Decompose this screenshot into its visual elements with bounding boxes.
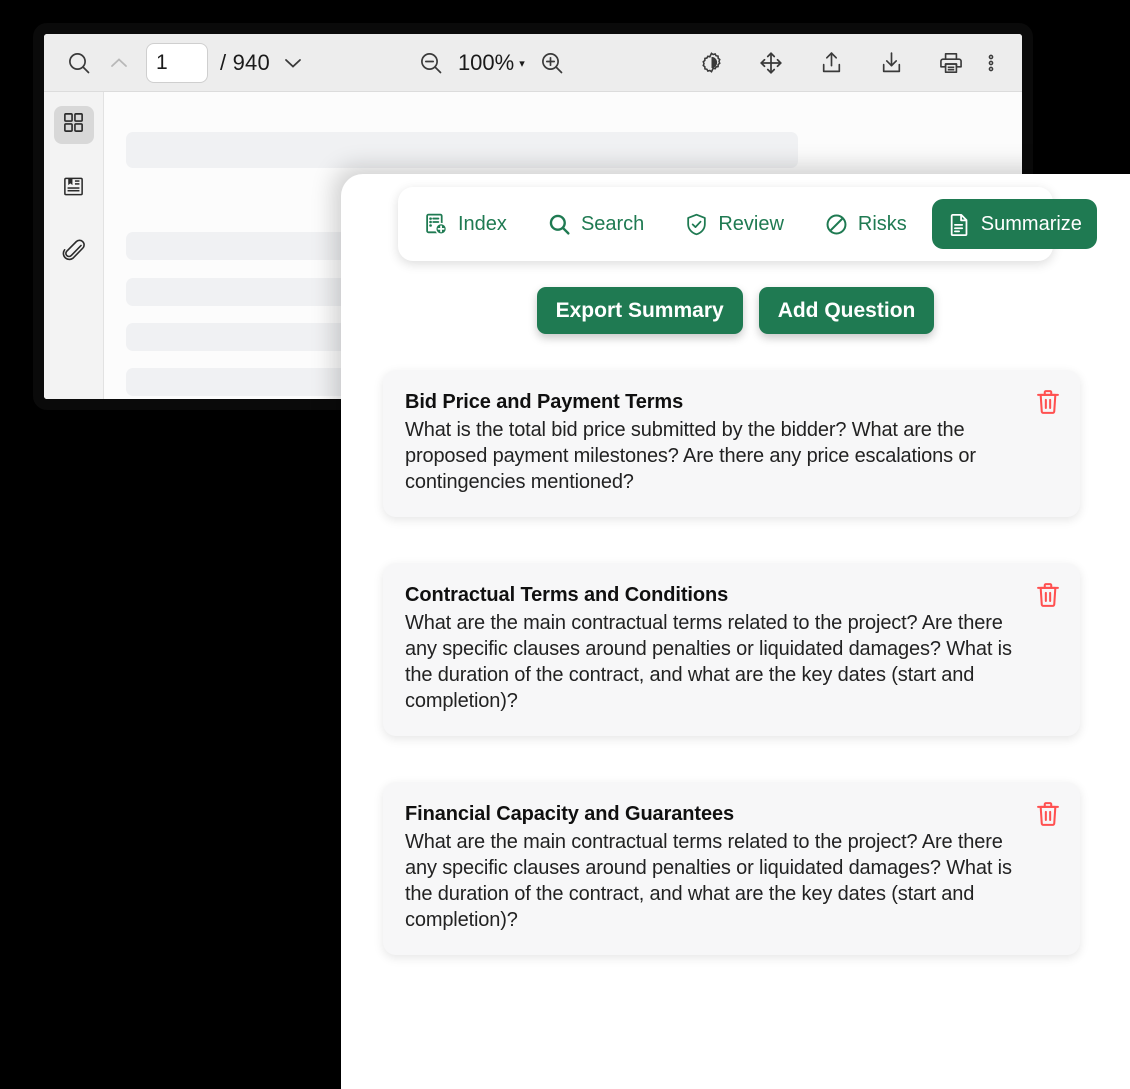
upload-icon[interactable]	[814, 46, 848, 80]
index-add-icon	[424, 212, 449, 237]
question-card-text: What is the total bid price submitted by…	[405, 419, 976, 493]
export-summary-button[interactable]: Export Summary	[536, 287, 743, 334]
print-icon[interactable]	[934, 46, 968, 80]
question-card[interactable]: Financial Capacity and Guarantees What a…	[383, 782, 1080, 955]
tab-search[interactable]: Search	[532, 199, 659, 249]
zoom-level-dropdown[interactable]: 100% ▾	[454, 50, 529, 76]
tab-review[interactable]: Review	[669, 199, 799, 249]
trash-icon[interactable]	[1035, 800, 1061, 828]
panel-action-row: Export Summary Add Question	[341, 287, 1130, 334]
tab-label: Risks	[857, 212, 907, 235]
zoom-out-icon[interactable]	[414, 46, 448, 80]
page-total-label: / 940	[220, 49, 270, 75]
chevron-up-icon[interactable]	[102, 46, 136, 80]
pdf-toolbar: / 940 100% ▾	[44, 34, 1022, 92]
question-card-text: What are the main contractual terms rela…	[405, 612, 1012, 712]
ban-icon	[824, 212, 849, 237]
sidebar-item-thumbnails[interactable]	[53, 106, 94, 144]
tab-label: Search	[580, 212, 645, 235]
screen-root: / 940 100% ▾	[0, 0, 1130, 1089]
thumbnails-icon	[62, 111, 85, 139]
question-card-title: Bid Price and Payment Terms	[405, 391, 684, 413]
attachments-icon	[62, 238, 86, 268]
tab-risks[interactable]: Risks	[809, 199, 922, 249]
page-number-input[interactable]	[146, 42, 208, 83]
pdf-sidebar-rail	[44, 92, 104, 399]
sidebar-item-attachments[interactable]	[54, 234, 94, 272]
question-card[interactable]: Bid Price and Payment Terms What is the …	[383, 370, 1080, 517]
tab-label: Summarize	[980, 212, 1082, 235]
question-card-list: Bid Price and Payment Terms What is the …	[383, 370, 1080, 955]
move-arrows-icon[interactable]	[754, 46, 788, 80]
question-card-text: What are the main contractual terms rela…	[405, 831, 1012, 931]
search-icon[interactable]	[62, 46, 96, 80]
tab-index[interactable]: Index	[409, 199, 522, 249]
tab-label: Index	[458, 212, 507, 235]
search-icon	[547, 212, 572, 237]
summarize-overlay-panel: Index Search Review Risks Summarize Expo…	[341, 174, 1130, 1089]
trash-icon[interactable]	[1035, 581, 1061, 609]
chevron-down-icon[interactable]	[276, 46, 310, 80]
panel-tabbar: Index Search Review Risks Summarize	[398, 187, 1097, 261]
add-question-button[interactable]: Add Question	[758, 287, 935, 334]
sidebar-item-outline[interactable]	[54, 170, 94, 208]
zoom-in-icon[interactable]	[535, 46, 569, 80]
brightness-contrast-icon[interactable]	[694, 46, 728, 80]
question-card[interactable]: Contractual Terms and Conditions What ar…	[383, 563, 1080, 736]
trash-icon[interactable]	[1035, 388, 1061, 416]
outline-icon	[62, 175, 85, 203]
more-vertical-icon[interactable]	[974, 46, 1008, 80]
question-card-title: Contractual Terms and Conditions	[405, 584, 729, 606]
download-icon[interactable]	[874, 46, 908, 80]
shield-check-icon	[684, 212, 709, 237]
question-card-title: Financial Capacity and Guarantees	[405, 803, 735, 825]
chevron-down-icon: ▾	[519, 58, 525, 70]
tab-summarize[interactable]: Summarize	[931, 199, 1097, 249]
zoom-level-value: 100%	[457, 49, 515, 75]
tab-label: Review	[718, 212, 784, 235]
document-icon	[947, 212, 972, 237]
page-skeleton-line	[126, 132, 798, 168]
